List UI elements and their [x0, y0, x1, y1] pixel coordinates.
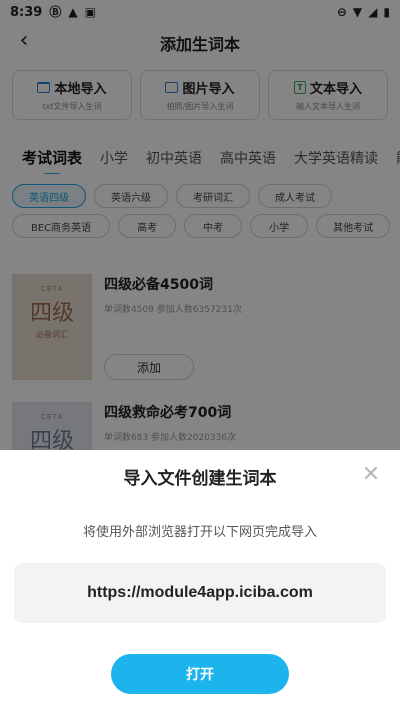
dialog-description: 将使用外部浏览器打开以下网页完成导入	[82, 525, 317, 540]
import-file-dialog: 导入文件创建生词本 ✕ 将使用外部浏览器打开以下网页完成导入 https://m…	[0, 450, 400, 711]
open-button[interactable]: 打开	[111, 654, 289, 694]
dialog-title: 导入文件创建生词本	[123, 469, 277, 489]
close-icon[interactable]: ✕	[360, 464, 382, 486]
import-url: https://module4app.iciba.com	[14, 563, 386, 623]
